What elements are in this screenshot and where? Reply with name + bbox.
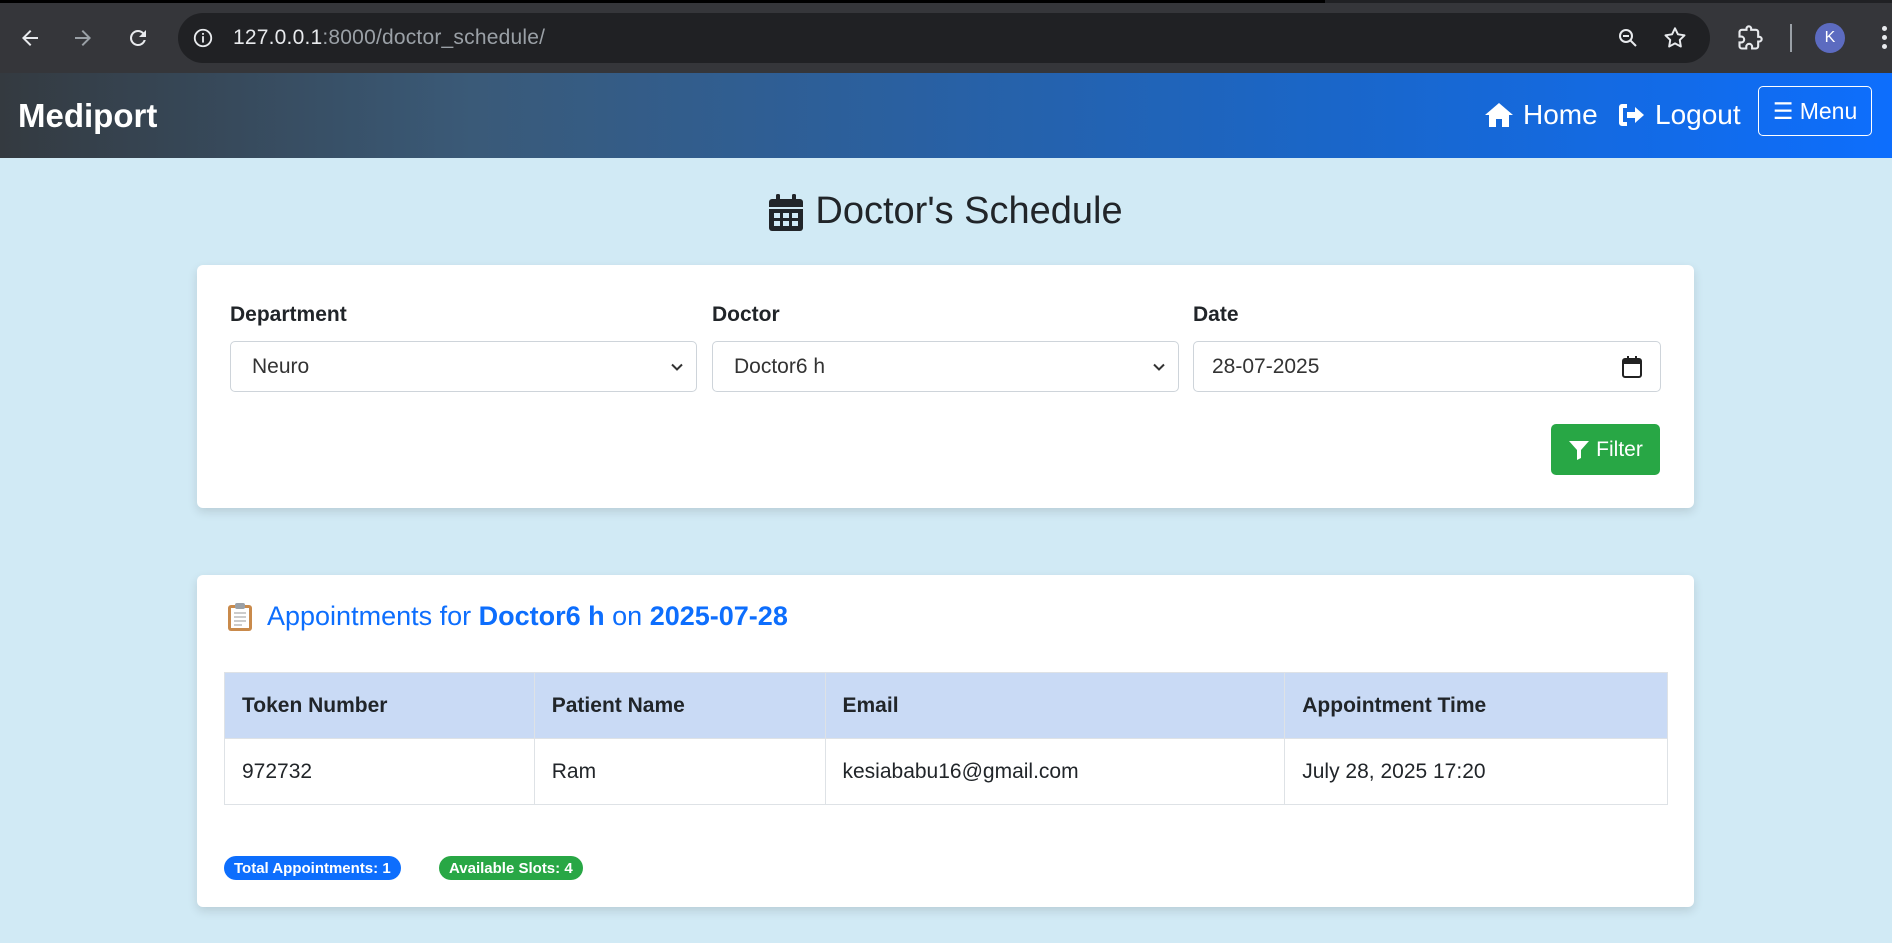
column-header-token: Token Number [224,672,535,739]
logout-icon [1619,104,1644,126]
reload-icon [130,29,146,46]
home-icon [1485,103,1513,127]
nav-logout-link[interactable]: Logout [1617,99,1741,131]
address-bar[interactable]: 127.0.0.1:8000/doctor_schedule/ [178,13,1710,63]
date-value: 28-07-2025 [1212,354,1320,378]
page-title: Doctor's Schedule [0,190,1892,233]
nav-logout-label: Logout [1655,99,1741,130]
filter-button-label: Filter [1596,437,1643,461]
chevron-down-icon [671,363,683,371]
available-slots-badge: Available Slots: 4 [439,856,583,880]
app-navbar: Mediport Home Logout ☰ Menu [0,73,1892,158]
zoom-icon[interactable] [1616,26,1640,50]
table-header-row: Token Number Patient Name Email Appointm… [224,672,1668,739]
reload-button[interactable] [122,22,154,54]
browser-chrome: 127.0.0.1:8000/doctor_schedule/ K [0,0,1892,73]
brand-logo[interactable]: Mediport [18,97,157,135]
table-row: 972732 Ram kesiababu16@gmail.com July 28… [224,738,1668,805]
appointments-card: Appointments for Doctor6 h on 2025-07-28… [197,575,1694,907]
column-header-time: Appointment Time [1284,672,1668,739]
nav-home-label: Home [1523,99,1598,130]
appointments-heading: Appointments for Doctor6 h on 2025-07-28 [227,601,788,632]
browser-menu-icon[interactable] [1877,24,1892,54]
extensions-icon[interactable] [1736,24,1764,52]
tab-strip [0,0,1892,3]
site-info-icon [193,28,213,48]
date-picker-icon[interactable] [1622,356,1642,378]
department-label: Department [230,303,347,326]
page-title-text: Doctor's Schedule [815,190,1123,232]
doctor-select[interactable]: Doctor6 h [712,341,1179,392]
date-label: Date [1193,303,1239,326]
cell-time: July 28, 2025 17:20 [1284,738,1668,805]
calendar-icon [769,193,804,231]
doctor-value: Doctor6 h [734,354,826,378]
column-header-patient: Patient Name [533,672,826,739]
heading-prefix: Appointments for [267,601,472,631]
menu-button[interactable]: ☰ Menu [1758,86,1872,136]
heading-date: 2025-07-28 [649,601,788,631]
cell-token: 972732 [224,738,535,805]
back-arrow-icon [22,30,38,46]
heading-on: on [612,601,643,631]
nav-home-link[interactable]: Home [1483,99,1598,131]
cell-email: kesiababu16@gmail.com [824,738,1286,805]
url-text: 127.0.0.1:8000/doctor_schedule/ [233,26,546,49]
appointments-table: Token Number Patient Name Email Appointm… [224,672,1668,805]
department-select[interactable]: Neuro [230,341,697,392]
profile-avatar[interactable]: K [1815,23,1845,53]
chevron-down-icon [1153,363,1165,371]
doctor-label: Doctor [712,303,780,326]
clipboard-icon [228,602,252,631]
funnel-icon [1569,440,1590,460]
filter-button[interactable]: Filter [1551,424,1660,475]
forward-arrow-icon [75,30,91,46]
forward-button[interactable] [67,22,99,54]
column-header-email: Email [824,672,1286,739]
bookmark-star-icon[interactable] [1662,25,1688,51]
cell-patient: Ram [533,738,826,805]
back-button[interactable] [14,22,46,54]
heading-doctor: Doctor6 h [478,601,605,631]
total-appointments-badge: Total Appointments: 1 [224,856,401,880]
toolbar-divider [1790,24,1792,52]
date-input[interactable]: 28-07-2025 [1193,341,1661,392]
department-value: Neuro [252,354,310,378]
filter-card: Department Neuro Doctor Doctor6 h Date 2… [197,265,1694,508]
